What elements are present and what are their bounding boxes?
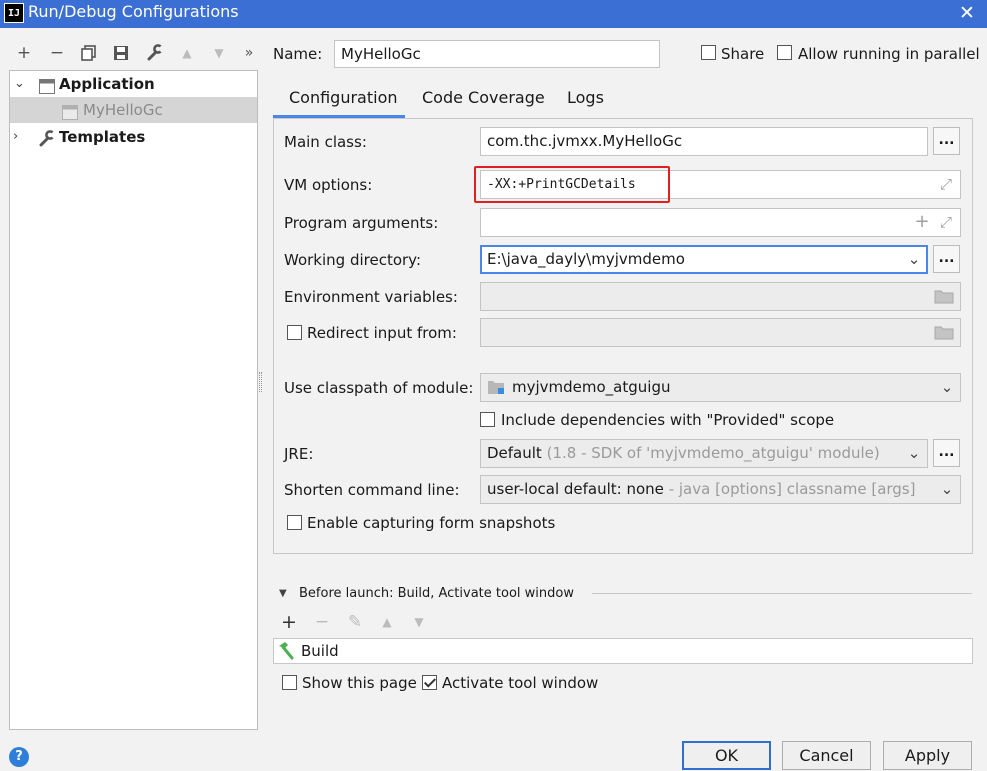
- classpath-module-select[interactable]: myjvmdemo_atguigu: [480, 373, 961, 402]
- ok-button[interactable]: OK: [682, 741, 771, 770]
- window-title: Run/Debug Configurations: [28, 2, 239, 21]
- classpath-module-label: Use classpath of module:: [284, 379, 474, 397]
- folder-icon[interactable]: [934, 289, 954, 308]
- remove-task-icon[interactable]: −: [311, 611, 333, 633]
- task-build-label: Build: [301, 642, 339, 660]
- shorten-value: user-local default: none: [487, 480, 664, 498]
- classpath-module-value: myjvmdemo_atguigu: [512, 378, 671, 396]
- folder-icon[interactable]: [934, 325, 954, 344]
- build-hammer-icon: [277, 642, 295, 664]
- share-checkbox[interactable]: [701, 45, 716, 60]
- tree-label-application: Application: [59, 75, 155, 93]
- environment-variables-input[interactable]: [480, 282, 961, 311]
- expand-icon[interactable]: ⤢: [937, 213, 955, 231]
- save-icon[interactable]: [110, 42, 132, 64]
- close-icon[interactable]: ✕: [956, 2, 978, 24]
- allow-parallel-checkbox[interactable]: [777, 45, 792, 60]
- edit-task-icon[interactable]: ✎: [344, 611, 366, 633]
- intellij-app-icon: IJ: [4, 3, 24, 23]
- working-directory-browse-button[interactable]: ...: [933, 245, 960, 273]
- cancel-button[interactable]: Cancel: [782, 741, 871, 770]
- title-bar: IJ Run/Debug Configurations ✕: [0, 0, 987, 28]
- working-directory-input[interactable]: E:\java_dayly\myjvmdemo: [480, 245, 928, 274]
- include-dependencies-label: Include dependencies with "Provided" sco…: [501, 411, 835, 429]
- copy-icon[interactable]: [78, 42, 100, 64]
- tab-code-coverage[interactable]: Code Coverage: [422, 86, 545, 118]
- splitter-handle[interactable]: [259, 372, 262, 392]
- main-class-label: Main class:: [284, 133, 367, 151]
- program-arguments-input[interactable]: [480, 208, 961, 237]
- shorten-command-line-select[interactable]: user-local default: none - java [options…: [480, 475, 961, 504]
- help-icon[interactable]: ?: [9, 747, 29, 767]
- chevron-down-icon[interactable]: ⌄: [938, 480, 956, 498]
- main-class-browse-button[interactable]: ...: [933, 127, 960, 155]
- configuration-tree[interactable]: ⌄ Application MyHelloGc › Templates: [9, 70, 258, 730]
- working-directory-label: Working directory:: [284, 251, 422, 269]
- vm-options-label: VM options:: [284, 176, 373, 194]
- remove-icon[interactable]: −: [46, 42, 68, 64]
- tree-label-templates: Templates: [59, 128, 146, 146]
- move-up-icon[interactable]: ▲: [176, 42, 198, 64]
- chevron-down-icon[interactable]: ⌄: [938, 378, 956, 396]
- add-task-icon[interactable]: +: [278, 611, 300, 633]
- environment-variables-label: Environment variables:: [284, 288, 458, 306]
- main-class-input[interactable]: com.thc.jvmxx.MyHelloGc: [480, 127, 928, 156]
- activate-tool-window-checkbox[interactable]: [422, 675, 437, 690]
- form-snapshots-checkbox[interactable]: [287, 515, 302, 530]
- allow-parallel-label: Allow running in parallel: [798, 45, 980, 63]
- include-dependencies-checkbox[interactable]: [480, 412, 495, 427]
- redirect-input-label: Redirect input from:: [307, 324, 457, 342]
- shorten-command-line-label: Shorten command line:: [284, 481, 460, 499]
- before-launch-divider: [592, 593, 972, 594]
- name-label: Name:: [273, 45, 323, 63]
- jre-label: JRE:: [284, 445, 314, 463]
- chevron-down-icon[interactable]: ⌄: [14, 71, 25, 97]
- chevron-down-icon[interactable]: ⌄: [905, 250, 923, 268]
- shorten-hint: - java [options] classname [args]: [668, 480, 916, 498]
- tree-item-templates[interactable]: › Templates: [10, 124, 257, 150]
- apply-button[interactable]: Apply: [883, 741, 972, 770]
- jre-select[interactable]: Default (1.8 - SDK of 'myjvmdemo_atguigu…: [480, 439, 928, 468]
- move-task-down-icon[interactable]: ▼: [408, 611, 430, 633]
- chevron-down-icon[interactable]: ⌄: [905, 444, 923, 462]
- redirect-input-checkbox[interactable]: [287, 325, 302, 340]
- expand-icon[interactable]: ⤢: [937, 175, 955, 193]
- add-icon[interactable]: +: [13, 42, 35, 64]
- move-task-up-icon[interactable]: ▲: [376, 611, 398, 633]
- name-input[interactable]: MyHelloGc: [334, 40, 660, 68]
- redirect-input-field[interactable]: [480, 318, 961, 347]
- wrench-icon: [38, 129, 58, 155]
- collapse-triangle-icon[interactable]: ▼: [279, 588, 287, 599]
- show-page-label: Show this page: [302, 674, 417, 692]
- highlight-box: [474, 166, 670, 203]
- before-launch-list[interactable]: Build: [273, 638, 973, 664]
- wrench-icon[interactable]: [143, 42, 165, 64]
- activate-tool-window-label: Activate tool window: [442, 674, 599, 692]
- module-folder-icon: [487, 379, 505, 399]
- more-icon[interactable]: »: [238, 42, 260, 64]
- insert-macro-icon[interactable]: +: [913, 211, 931, 232]
- program-arguments-label: Program arguments:: [284, 214, 439, 232]
- move-down-icon[interactable]: ▼: [208, 42, 230, 64]
- share-label: Share: [721, 45, 765, 63]
- tree-item-application[interactable]: ⌄ Application: [10, 71, 257, 97]
- tab-logs[interactable]: Logs: [567, 86, 604, 118]
- show-page-checkbox[interactable]: [282, 675, 297, 690]
- before-launch-title: Before launch: Build, Activate tool wind…: [299, 586, 574, 601]
- tree-label-myhellogc: MyHelloGc: [83, 101, 163, 119]
- tree-item-myhellogc[interactable]: MyHelloGc: [10, 97, 257, 123]
- jre-browse-button[interactable]: ...: [933, 439, 960, 467]
- form-snapshots-label: Enable capturing form snapshots: [307, 514, 556, 532]
- tab-configuration[interactable]: Configuration: [289, 86, 398, 118]
- jre-value: Default: [487, 444, 542, 462]
- chevron-right-icon[interactable]: ›: [13, 124, 18, 150]
- jre-hint: (1.8 - SDK of 'myjvmdemo_atguigu' module…: [546, 444, 880, 462]
